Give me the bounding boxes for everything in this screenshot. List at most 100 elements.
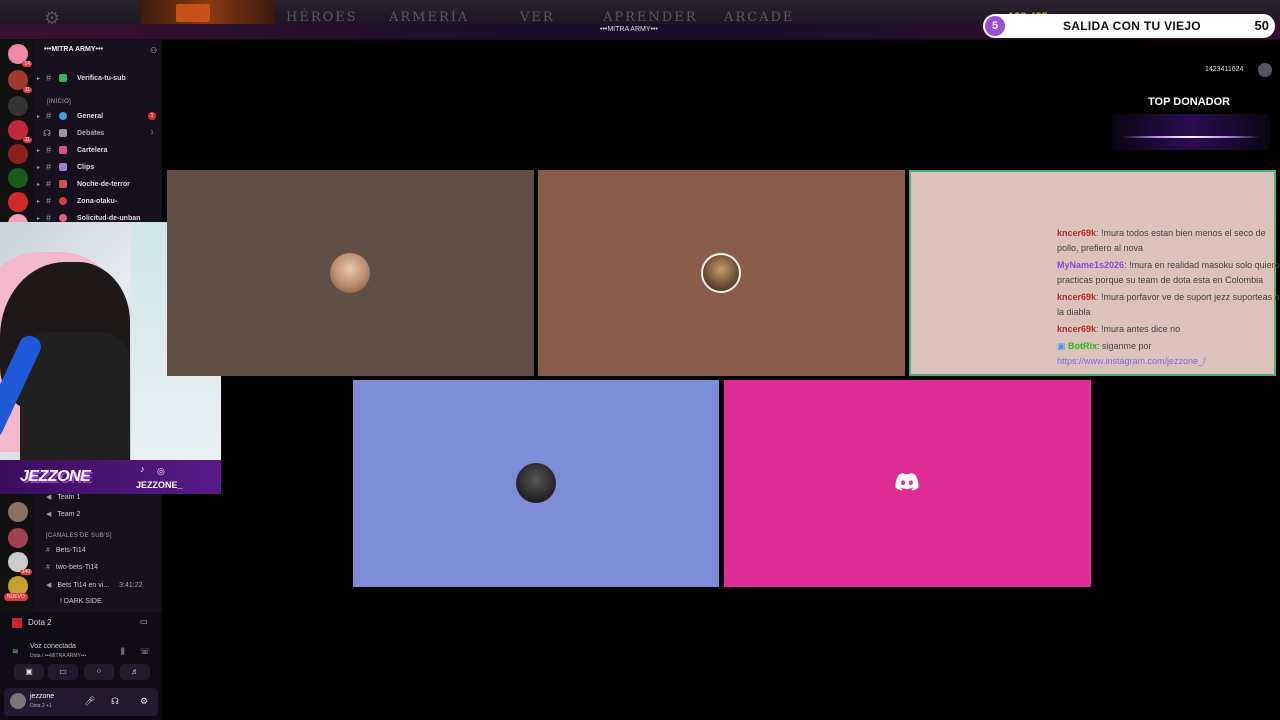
pin-icon [59, 146, 67, 154]
channel-label: General [77, 113, 104, 120]
song-title: SALIDA CON TU VIEJO [1063, 19, 1201, 33]
nav-ver[interactable]: VER [520, 10, 555, 25]
disconnect-icon[interactable]: ☏ [140, 647, 150, 656]
voice-controls: ▣ ▭ ⁘ ♬ [10, 664, 154, 682]
server-icon[interactable]: 11 [8, 120, 32, 143]
avatar [1258, 63, 1272, 77]
channel-noche-de-terror[interactable]: ▸ # Noche-de-terror [37, 179, 161, 193]
globe-icon [59, 112, 67, 120]
speaker-icon: ◀ [46, 511, 52, 518]
chat-link[interactable]: https://www.instagram.com/jezzone_/ [1057, 356, 1206, 366]
channel-title: •••MITRA ARMY••• [600, 26, 658, 33]
microphone-icon[interactable]: 🎤︎ [84, 696, 95, 707]
server-icon[interactable] [8, 144, 28, 164]
activity-dota[interactable]: Dota 2 [12, 618, 52, 628]
flag-icon [59, 197, 67, 205]
channel-verifica[interactable]: ▸ # Verifica-tu-sub [37, 73, 161, 87]
server-icon[interactable] [8, 96, 28, 116]
noise-icon[interactable]: ⫼ [121, 647, 125, 657]
call-tile[interactable] [353, 380, 719, 587]
channel-debates[interactable]: ☊ Debates 1 [37, 128, 161, 142]
tiktok-icon: ♪ [140, 464, 145, 474]
unread-badge: 1 [148, 112, 156, 120]
voice-connected-label: Voz conectada [30, 643, 76, 650]
hash-icon: # [46, 73, 52, 83]
voice-channel-team2[interactable]: ◀ Team 2 [46, 510, 80, 518]
nav-aprender[interactable]: APRENDER [603, 10, 698, 25]
queue-position: 5 [985, 16, 1005, 36]
guild-name[interactable]: •••MITRA ARMY••• [44, 46, 103, 53]
nav-arcade[interactable]: ARCADE [724, 10, 794, 25]
brand-handle: JEZZONE_ [136, 480, 183, 490]
avatar[interactable] [10, 693, 26, 709]
server-icon[interactable]: 240 [8, 552, 32, 575]
username: jezzone [30, 693, 55, 700]
participant-avatar [516, 463, 556, 503]
user-panel: jezzone Dota 2 +1 🎤︎ ☊ ⚙ [4, 688, 158, 716]
server-icon[interactable]: 14 [8, 44, 32, 67]
call-tile[interactable] [167, 170, 534, 376]
channel-label: Cartelera [77, 147, 108, 154]
user-status: Dota 2 +1 [30, 703, 52, 709]
camera-button[interactable]: ▣ [14, 664, 44, 680]
server-icon[interactable] [8, 192, 28, 212]
channel-label: Verifica-tu-sub [77, 75, 126, 82]
channel-label: Zona-otaku- [77, 198, 118, 205]
channel-two-bets[interactable]: # two-bets-Ti14 [46, 564, 98, 571]
category-inicio[interactable]: [INICIO] [47, 99, 71, 105]
channel-clips[interactable]: ▸ # Clips [37, 162, 161, 176]
brand-bar: JEZZONE ♪ ◎ JEZZONE_ [0, 460, 221, 494]
top-donor-title: TOP DONADOR [1148, 96, 1231, 108]
speaker-icon: ◀ [46, 494, 52, 501]
screen-icon[interactable]: ▭ [140, 617, 148, 626]
channel-bets-live[interactable]: ◀ Bets Ti14 en vi... 3:41:22 [46, 581, 143, 589]
call-tile[interactable] [538, 170, 905, 376]
settings-gear-icon[interactable]: ⚙ [140, 696, 148, 707]
server-icon[interactable] [8, 502, 28, 522]
dota-icon [12, 618, 22, 628]
voice-location: Dota / •••MITRA ARMY••• [30, 653, 87, 659]
live-timer: 3:41:22 [119, 582, 143, 589]
channel-general[interactable]: ▸ # General 1 [37, 111, 161, 125]
channel-label: Solicitud-de-unban [77, 215, 141, 222]
clip-icon [59, 163, 67, 171]
chat-message: kncer69k: !mura porfavor ve de suport je… [1057, 292, 1280, 317]
channel-label: Debates [77, 130, 105, 137]
brand-logo: JEZZONE [20, 468, 91, 485]
game-menu-art [140, 0, 275, 26]
participant-avatar [330, 253, 370, 293]
signal-icon: ≋ [12, 647, 19, 656]
song-number: 50 [1254, 18, 1269, 33]
participant-avatar [701, 253, 741, 293]
post-count: 1 [150, 130, 154, 136]
nav-heroes[interactable]: HÉROES [286, 10, 358, 25]
server-icon[interactable] [8, 168, 28, 188]
nav-armeria[interactable]: ARMERÍA [389, 10, 469, 25]
doc-icon [59, 129, 67, 137]
channel-zona-otaku[interactable]: ▸ # Zona-otaku- [37, 196, 161, 210]
viewer-id: 1423411624 [1205, 66, 1244, 73]
channel-label: Noche-de-terror [77, 181, 130, 188]
screenshare-button[interactable]: ▭ [48, 664, 78, 680]
chat-message: kncer69k: !mura todos estan bien menos e… [1057, 228, 1266, 253]
chat-message: MyName1s2026: !mura en realidad masoku s… [1057, 260, 1280, 285]
server-icon[interactable] [8, 528, 28, 548]
invite-icon[interactable]: ⚇ [150, 46, 157, 55]
call-tile[interactable] [724, 380, 1091, 587]
soundboard-button[interactable]: ♬ [120, 664, 150, 680]
server-list-lower: 240 NUEVO [0, 494, 34, 612]
headphones-icon[interactable]: ☊ [111, 696, 119, 707]
activities-button[interactable]: ⁘ [84, 664, 114, 680]
check-icon [59, 74, 67, 82]
category-subs[interactable]: [CANALES DE SUB'S] [46, 533, 112, 539]
voice-user-darkside[interactable]: ! DARK SIDE [60, 598, 102, 605]
discord-icon [895, 473, 919, 491]
voice-channel-team1[interactable]: ◀ Team 1 [46, 493, 80, 501]
channel-label: Clips [77, 164, 95, 171]
server-icon[interactable]: 11 [8, 70, 32, 93]
no-icon [59, 214, 67, 222]
channel-cartelera[interactable]: ▸ # Cartelera [37, 145, 161, 159]
ghost-icon [59, 180, 67, 188]
channel-bets[interactable]: # Bets-Ti14 [46, 547, 86, 554]
instagram-icon: ◎ [157, 466, 165, 476]
